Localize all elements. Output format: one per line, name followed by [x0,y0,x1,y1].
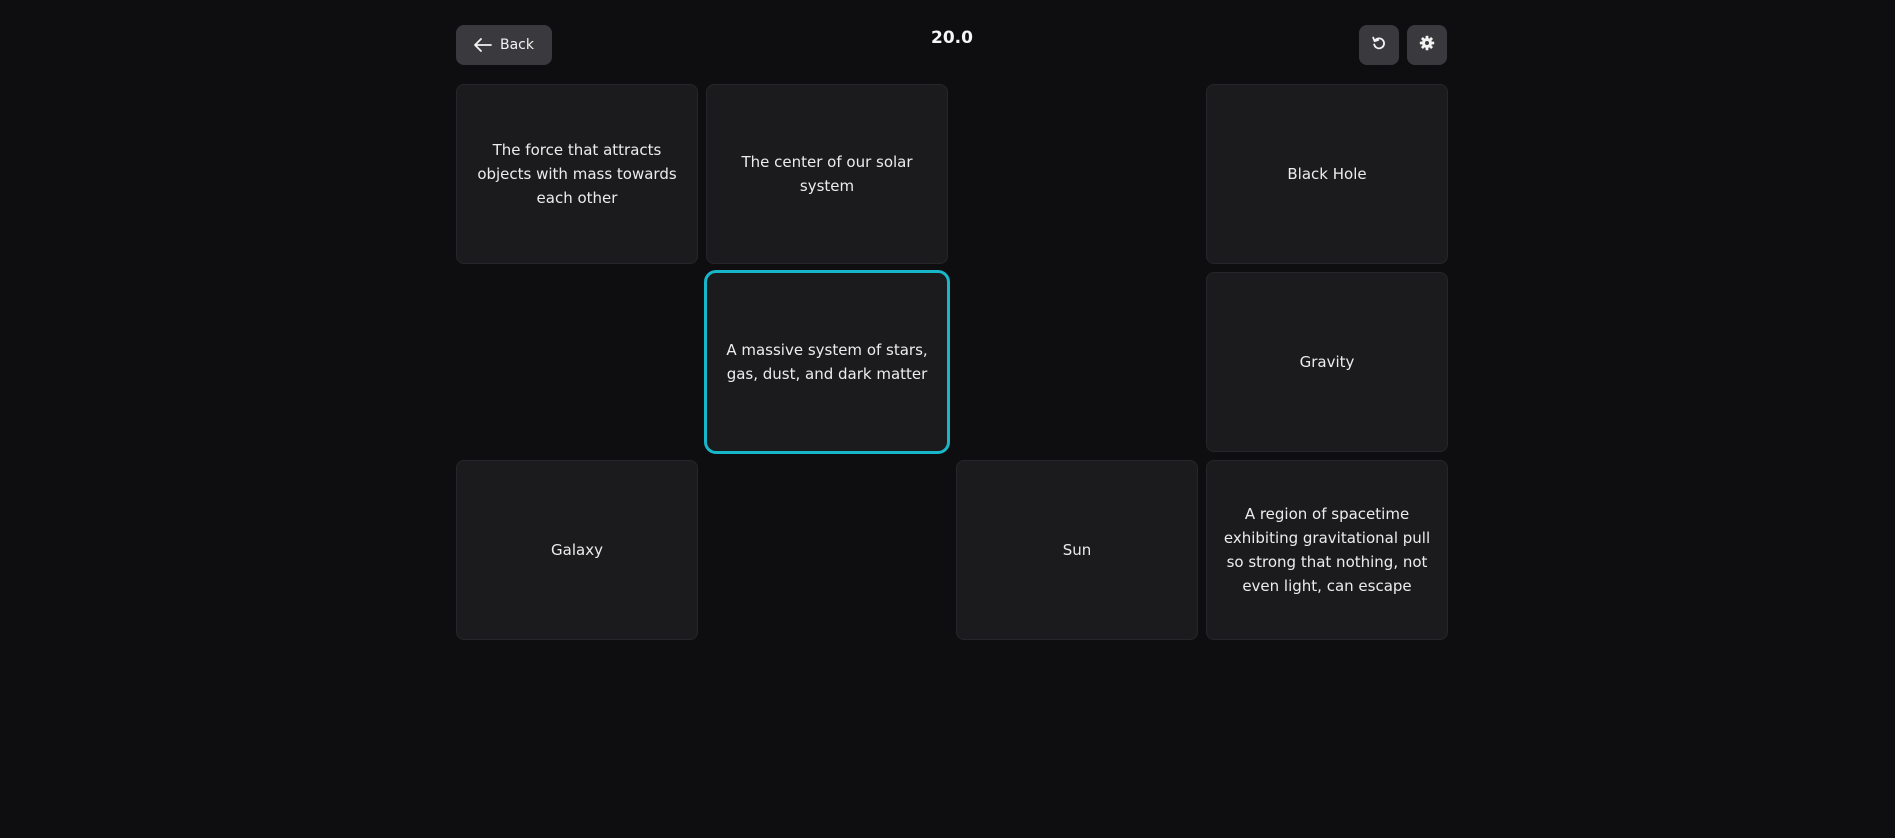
card-term[interactable]: Galaxy [456,460,698,640]
game-screen: Back 20.0 The force that attracts object… [0,0,1895,838]
empty-slot [706,460,948,640]
undo-icon [1371,35,1387,55]
card-term[interactable]: The center of our solar system [706,84,948,264]
timer: 20.0 [931,28,973,48]
card-term[interactable]: Black Hole [1206,84,1448,264]
back-button[interactable]: Back [456,25,552,65]
empty-slot [956,272,1198,452]
card-term-selected[interactable]: A massive system of stars, gas, dust, an… [704,270,950,454]
match-board: The force that attracts objects with mas… [456,84,1448,640]
settings-button[interactable] [1407,25,1447,65]
undo-button[interactable] [1359,25,1399,65]
card-term[interactable]: Gravity [1206,272,1448,452]
back-button-label: Back [500,37,534,53]
arrow-left-icon [474,38,492,52]
empty-slot [956,84,1198,264]
card-term[interactable]: Sun [956,460,1198,640]
card-term[interactable]: The force that attracts objects with mas… [456,84,698,264]
gear-icon [1419,35,1435,55]
card-term[interactable]: A region of spacetime exhibiting gravita… [1206,460,1448,640]
empty-slot [456,272,698,452]
